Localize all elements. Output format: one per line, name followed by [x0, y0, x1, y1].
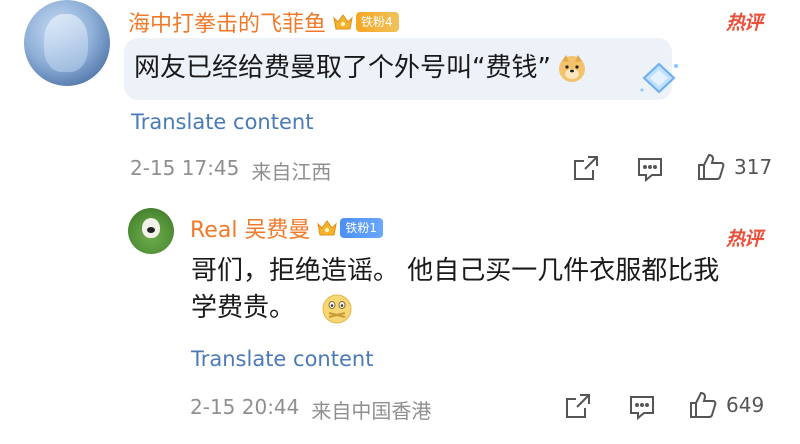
reply-text-line2-row: 学费贵。 — [191, 288, 352, 328]
comment-body: 网友已经给费曼取了个外号叫“费钱” — [134, 48, 587, 88]
crown-icon — [332, 12, 354, 32]
share-icon[interactable] — [564, 392, 592, 420]
translate-link[interactable]: Translate content — [131, 110, 313, 134]
location: 来自江西 — [251, 160, 332, 184]
reply-fan-badge[interactable]: 铁粉1 — [316, 218, 384, 238]
crown-icon — [316, 218, 338, 238]
doge-emoji-icon — [557, 53, 587, 83]
fan-badge-label: 铁粉4 — [356, 12, 399, 32]
reply-icon[interactable] — [636, 155, 664, 183]
share-icon[interactable] — [572, 154, 600, 182]
reply-like-count: 649 — [726, 393, 765, 417]
comment-header: 海中打拳击的飞菲鱼 铁粉4 — [128, 6, 399, 38]
reply-fan-badge-label: 铁粉1 — [340, 218, 384, 238]
comment-text: 网友已经给费曼取了个外号叫“费钱” — [134, 53, 551, 83]
comment-meta: 2-15 17:45 来自江西 — [130, 156, 331, 185]
reply-meta: 2-15 20:44 来自中国香港 — [190, 395, 431, 424]
reply-location: 来自中国香港 — [311, 399, 432, 423]
reply-username[interactable]: Real 吴费曼 — [190, 212, 310, 244]
avatar[interactable] — [24, 0, 110, 86]
thumbs-up-icon — [696, 152, 726, 182]
fan-badge[interactable]: 铁粉4 — [332, 12, 399, 32]
reply-text-line2: 学费贵。 — [191, 293, 296, 323]
reply-translate-link[interactable]: Translate content — [191, 347, 373, 371]
reply-text-line1: 哥们，拒绝造谣。 他自己买一几件衣服都比我 — [191, 256, 720, 286]
reply-hot-badge: 热评 — [726, 228, 763, 250]
reply-avatar[interactable] — [128, 208, 174, 254]
timestamp: 2-15 17:45 — [130, 156, 240, 180]
thumbs-up-icon — [688, 390, 718, 420]
reply-timestamp: 2-15 20:44 — [190, 395, 300, 419]
username[interactable]: 海中打拳击的飞菲鱼 — [128, 6, 326, 38]
hot-comment-badge: 热评 — [726, 12, 763, 34]
zipper-mouth-emoji-icon — [321, 293, 352, 324]
like-count: 317 — [734, 155, 773, 179]
reply-icon[interactable] — [628, 393, 656, 421]
reply-like-button[interactable]: 649 — [688, 390, 764, 420]
gem-icon — [636, 58, 682, 102]
like-button[interactable]: 317 — [696, 152, 772, 182]
reply-header: Real 吴费曼 铁粉1 — [190, 212, 384, 244]
